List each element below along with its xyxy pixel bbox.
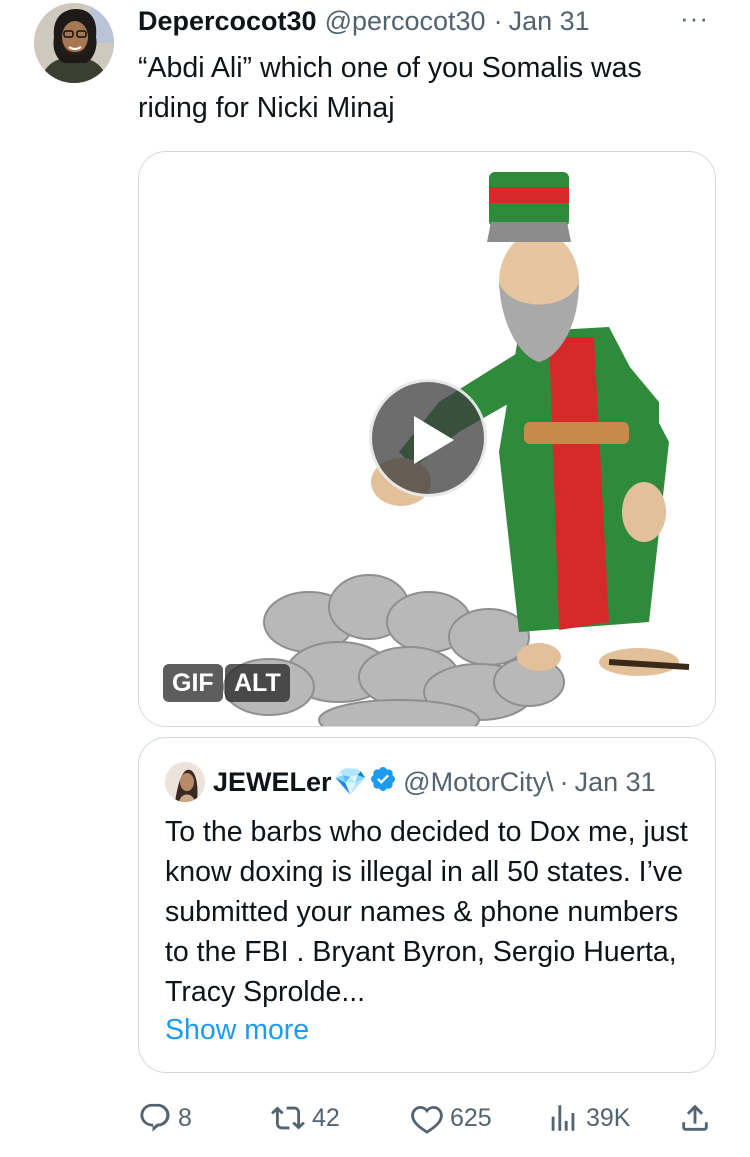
retweet-count: 42 [312, 1103, 340, 1132]
reply-icon [140, 1103, 170, 1132]
show-more-link[interactable]: Show more [165, 1010, 309, 1050]
play-icon [414, 416, 454, 464]
heart-icon [411, 1105, 443, 1134]
tweet-date[interactable]: Jan 31 [509, 6, 590, 37]
tweet-action-bar: 8 42 625 39K [138, 1096, 716, 1140]
author-avatar[interactable] [34, 3, 114, 83]
quoted-author-handle[interactable]: @MotorCity\ [403, 767, 553, 798]
quoted-tweet[interactable]: JEWELer 💎 @MotorCity\ · Jan 31 To the ba… [138, 737, 716, 1073]
quoted-author-avatar[interactable] [165, 762, 205, 802]
like-count: 625 [450, 1103, 492, 1132]
quoted-tweet-date[interactable]: Jan 31 [575, 767, 656, 798]
author-display-name[interactable]: Depercocot30 [138, 6, 317, 37]
share-button[interactable] [678, 1096, 718, 1140]
play-button[interactable] [369, 379, 487, 497]
quoted-header-separator: · [559, 766, 569, 797]
share-icon [682, 1104, 708, 1131]
author-handle[interactable]: @percocot30 [325, 6, 486, 37]
reply-count: 8 [178, 1103, 192, 1132]
gif-badge: GIF [163, 664, 223, 702]
quoted-tweet-text: To the barbs who decided to Dox me, just… [165, 816, 688, 1008]
quoted-tweet-header: JEWELer 💎 @MotorCity\ · Jan 31 [165, 760, 656, 804]
views-button[interactable]: 39K [546, 1096, 630, 1140]
alt-text-button[interactable]: ALT [225, 664, 290, 702]
tweet-text: “Abdi Ali” which one of you Somalis was … [138, 52, 642, 124]
verified-badge-icon [369, 765, 397, 800]
gem-emoji: 💎 [333, 767, 368, 797]
quoted-avatar-photo [165, 762, 205, 802]
reply-button[interactable]: 8 [138, 1096, 192, 1140]
retweet-icon [271, 1106, 305, 1130]
views-icon [551, 1105, 575, 1131]
retweet-button[interactable]: 42 [270, 1096, 340, 1140]
header-separator: · [493, 6, 503, 36]
views-count: 39K [586, 1103, 631, 1132]
like-button[interactable]: 625 [410, 1096, 492, 1140]
more-options-button[interactable]: ··· [680, 5, 709, 31]
quoted-author-display-name[interactable]: JEWELer [213, 767, 332, 798]
tweet-media-gif[interactable]: GIF ALT [138, 151, 716, 727]
tweet-header: Depercocot30 @percocot30 · Jan 31 [138, 6, 728, 38]
avatar-photo [34, 3, 114, 83]
